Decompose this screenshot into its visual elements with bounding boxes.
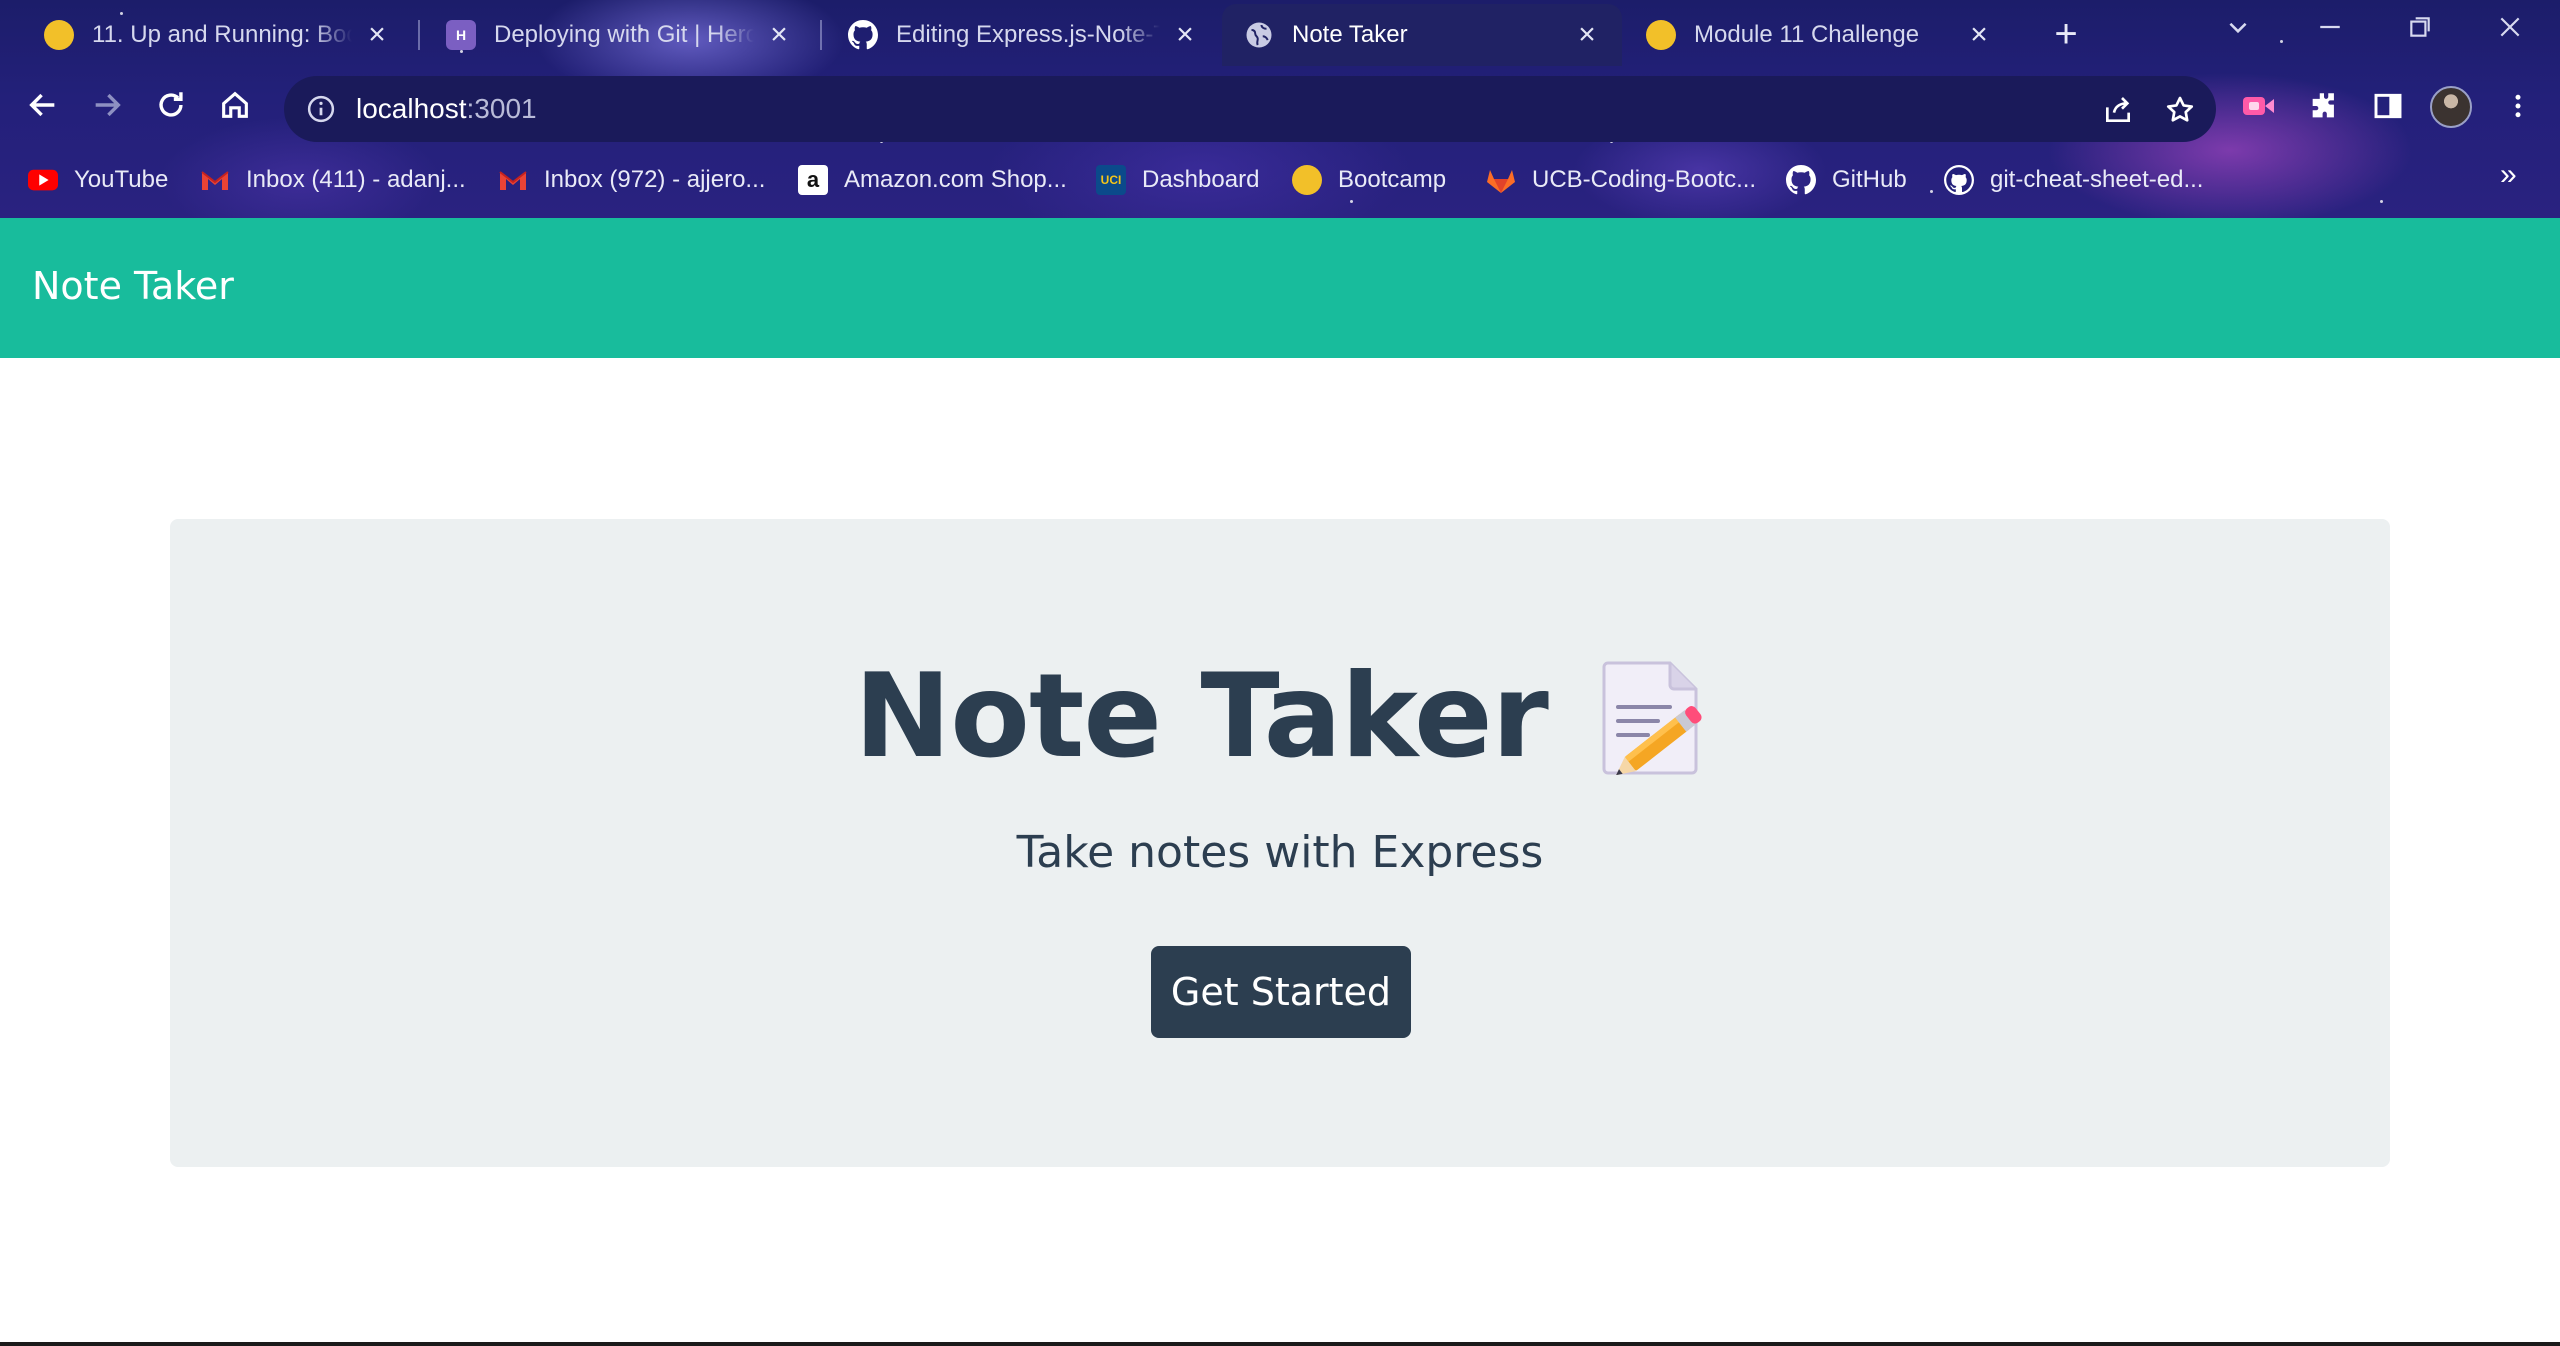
tab-up-and-running[interactable]: 11. Up and Running: Boot × <box>22 4 412 66</box>
gmail-icon <box>200 165 230 195</box>
tab-deploying-heroku[interactable]: H Deploying with Git | Herok × <box>424 4 814 66</box>
amazon-icon: a <box>798 165 828 195</box>
github-icon <box>1944 165 1974 195</box>
tab-label: 11. Up and Running: Boot <box>92 21 352 48</box>
bookmark-bootcamp[interactable]: Bootcamp <box>1292 155 1446 205</box>
side-panel-icon[interactable] <box>2368 86 2408 126</box>
github-icon <box>1786 165 1816 195</box>
tab-strip: 11. Up and Running: Boot × H Deploying w… <box>0 0 2560 66</box>
bookmark-label: Inbox (972) - ajjero... <box>544 166 766 193</box>
bookmark-inbox-adanj[interactable]: Inbox (411) - adanj... <box>200 155 466 205</box>
back-button[interactable] <box>18 80 68 130</box>
tab-label: Module 11 Challenge <box>1694 21 1920 48</box>
url-text[interactable]: localhost:3001 <box>356 93 537 125</box>
close-icon[interactable]: × <box>1170 20 1200 50</box>
tab-module-11[interactable]: Module 11 Challenge × <box>1624 4 2014 66</box>
forward-button[interactable] <box>82 80 132 130</box>
url-host: localhost <box>356 93 467 124</box>
bookmark-label: git-cheat-sheet-ed... <box>1990 166 2204 193</box>
hero-jumbotron: Note Taker Take notes with Express Get S… <box>170 519 2390 1167</box>
profile-avatar[interactable] <box>2430 86 2472 128</box>
site-info-icon[interactable] <box>304 92 338 126</box>
new-tab-button[interactable]: + <box>2046 14 2086 54</box>
tab-note-taker[interactable]: Note Taker × <box>1222 4 1622 66</box>
github-icon <box>848 20 878 50</box>
hero-title: Note Taker <box>854 649 1549 784</box>
restore-button[interactable] <box>2380 6 2460 56</box>
tab-separator <box>418 20 420 50</box>
bookmark-label: Inbox (411) - adanj... <box>246 166 466 193</box>
bookmark-label: Bootcamp <box>1338 166 1447 193</box>
bookmark-label: YouTube <box>74 166 169 193</box>
globe-icon <box>1244 20 1274 50</box>
tab-label: Editing Express.js-Note-Ta <box>896 21 1160 48</box>
bottom-divider <box>0 1342 2560 1346</box>
bookmark-git-cheat-sheet[interactable]: git-cheat-sheet-ed... <box>1944 155 2203 205</box>
navbar-brand[interactable]: Note Taker <box>32 264 234 308</box>
address-bar[interactable]: localhost:3001 <box>284 76 2216 142</box>
tab-search-icon[interactable] <box>2198 6 2278 56</box>
extensions-puzzle-icon[interactable] <box>2304 86 2344 126</box>
reload-button[interactable] <box>146 80 196 130</box>
get-started-button[interactable]: Get Started <box>1151 946 1411 1038</box>
tab-separator <box>820 20 822 50</box>
bookmark-label: Amazon.com Shop... <box>844 166 1067 193</box>
bookmark-label: UCB-Coding-Bootc... <box>1532 166 1757 193</box>
bookmark-ucb-gitlab[interactable]: UCB-Coding-Bootc... <box>1486 155 1756 205</box>
hero-title-row: Note Taker <box>170 649 2390 784</box>
gitlab-icon <box>1486 165 1516 195</box>
bookmark-youtube[interactable]: YouTube <box>28 155 168 205</box>
close-window-button[interactable] <box>2470 6 2550 56</box>
uci-icon: UCI <box>1096 165 1126 195</box>
home-button[interactable] <box>210 80 260 130</box>
bookmark-label: GitHub <box>1832 166 1907 193</box>
bootcamp-icon <box>1646 20 1676 50</box>
bootcamp-icon <box>1292 165 1322 195</box>
bookmark-github[interactable]: GitHub <box>1786 155 1907 205</box>
close-icon[interactable]: × <box>1964 20 1994 50</box>
youtube-icon <box>28 165 58 195</box>
bookmark-star-icon[interactable] <box>2160 90 2200 130</box>
hero-subtitle: Take notes with Express <box>1016 827 1544 878</box>
bookmarks-overflow-button[interactable]: » <box>2500 158 2517 192</box>
browser-chrome: 11. Up and Running: Boot × H Deploying w… <box>0 0 2560 218</box>
tab-label: Deploying with Git | Herok <box>494 21 754 48</box>
memo-icon <box>1602 661 1702 775</box>
bookmark-dashboard[interactable]: UCI Dashboard <box>1096 155 1259 205</box>
bookmark-amazon[interactable]: a Amazon.com Shop... <box>798 155 1067 205</box>
share-icon[interactable] <box>2098 90 2138 130</box>
navbar: Note Taker <box>0 218 2560 358</box>
bootcamp-icon <box>44 20 74 50</box>
close-icon[interactable]: × <box>1572 20 1602 50</box>
tab-label: Note Taker <box>1292 21 1408 48</box>
bookmark-label: Dashboard <box>1142 166 1260 193</box>
heroku-icon: H <box>446 20 476 50</box>
close-icon[interactable]: × <box>764 20 794 50</box>
gmail-icon <box>498 165 528 195</box>
url-port: :3001 <box>466 93 537 124</box>
more-menu-icon[interactable] <box>2498 86 2538 126</box>
minimize-button[interactable] <box>2290 6 2370 56</box>
tab-editing-github[interactable]: Editing Express.js-Note-Ta × <box>826 4 1220 66</box>
close-icon[interactable]: × <box>362 20 392 50</box>
extension-screencast-icon[interactable] <box>2238 86 2278 126</box>
bookmarks-bar: YouTube Inbox (411) - adanj... Inbox (97… <box>0 155 2560 205</box>
bookmark-inbox-ajjero[interactable]: Inbox (972) - ajjero... <box>498 155 765 205</box>
